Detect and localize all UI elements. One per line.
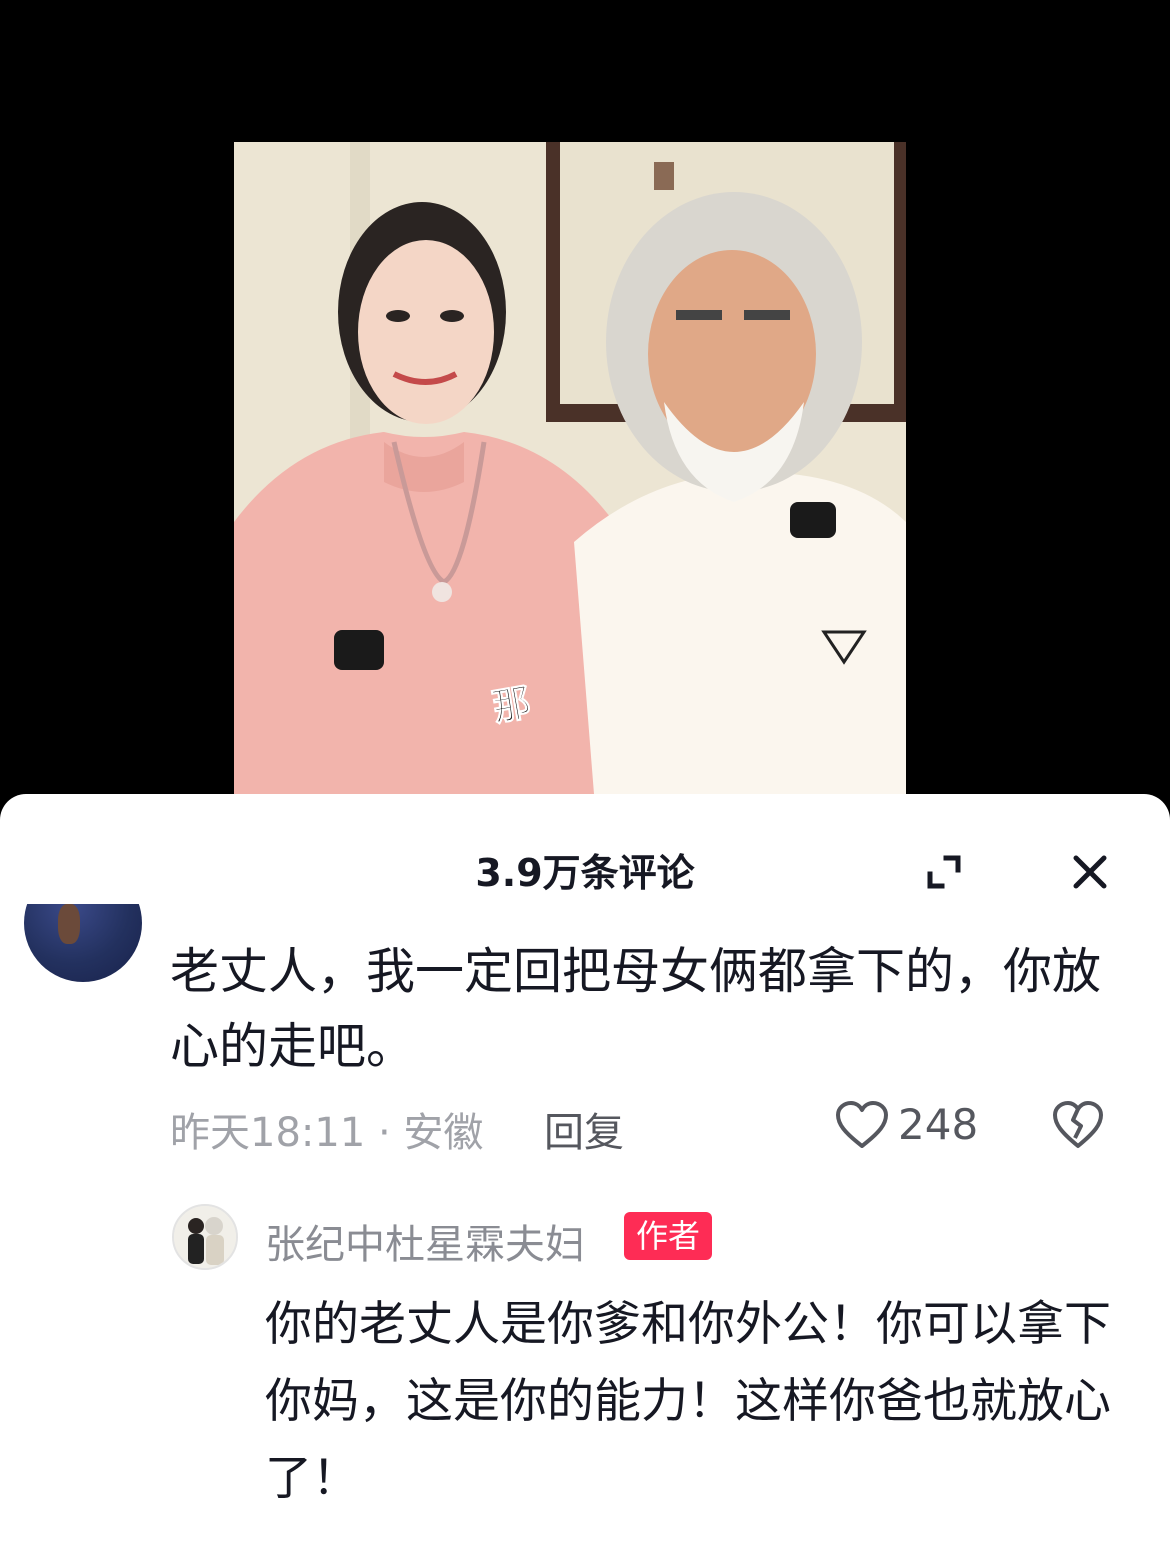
like-button[interactable] — [834, 1100, 890, 1150]
comment-text[interactable]: 老丈人，我一定回把母女俩都拿下的，你放心的走吧。 — [170, 934, 1110, 1084]
expand-icon — [927, 855, 961, 889]
avatar-image — [24, 904, 142, 982]
video-still-image — [234, 142, 906, 794]
comments-count-title: 3.9万条评论 — [475, 851, 695, 895]
video-frame[interactable]: 那 — [234, 142, 906, 794]
video-player[interactable]: 那 — [0, 0, 1170, 800]
comment-meta-row: 昨天18:11 · 安徽 回复 248 — [170, 1094, 1130, 1164]
close-icon — [1073, 855, 1107, 889]
author-avatar-image — [174, 1206, 236, 1268]
close-button[interactable] — [1066, 848, 1114, 896]
reply-author-name[interactable]: 张纪中杜星霖夫妇 — [265, 1212, 585, 1270]
comment-time-location: 昨天18:11 · 安徽 — [170, 1110, 484, 1156]
commenter-avatar[interactable] — [24, 904, 142, 984]
comments-header: 3.9万条评论 — [0, 794, 1170, 914]
reply-text[interactable]: 你的老丈人是你爹和你外公！你可以拿下你妈，这是你的能力！这样你爸也就放心了！ — [265, 1286, 1135, 1517]
heart-outline-icon — [836, 1101, 888, 1148]
broken-heart-icon — [1053, 1101, 1103, 1148]
dislike-button[interactable] — [1052, 1100, 1104, 1150]
comments-sheet: 3.9万条评论 老丈人，我一定回把母女俩都拿下的，你放心的走吧。 昨天18:11… — [0, 794, 1170, 1554]
author-badge: 作者 — [624, 1212, 713, 1260]
like-count: 248 — [898, 1100, 979, 1149]
reply-button[interactable]: 回复 — [544, 1100, 624, 1158]
author-avatar[interactable] — [172, 1204, 238, 1270]
expand-button[interactable] — [920, 848, 968, 896]
avatar-figure — [58, 904, 80, 944]
